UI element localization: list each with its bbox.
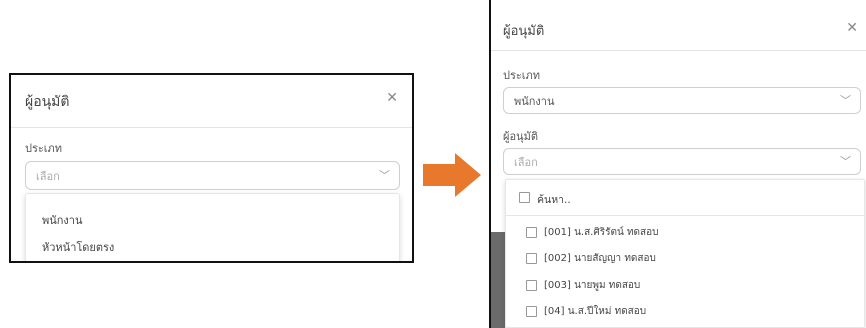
type-select[interactable]: พนักงาน ﹀ xyxy=(503,87,861,114)
type-label: ประเภท xyxy=(25,142,63,155)
close-icon[interactable]: ✕ xyxy=(846,20,858,36)
option-checkbox[interactable] xyxy=(526,253,537,264)
approver-label: ผู้อนุมัติ xyxy=(503,130,538,143)
option-label[interactable]: [001] น.ส.ศิริรัตน์ ทดสอบ xyxy=(544,225,659,240)
chevron-down-icon: ﹀ xyxy=(840,93,851,107)
backdrop xyxy=(491,232,505,328)
modal-title: ผู้อนุมัติ xyxy=(503,24,545,39)
option-checkbox[interactable] xyxy=(526,280,537,291)
dropdown-option-employee[interactable]: พนักงาน xyxy=(42,211,83,229)
search-row[interactable]: ค้นหา.. xyxy=(506,180,864,216)
select-all-checkbox[interactable] xyxy=(519,192,530,203)
option-label[interactable]: [003] นายพูม ทดสอบ xyxy=(544,278,640,293)
modal-title: ผู้อนุมัติ xyxy=(25,94,70,110)
dropdown-option-direct-supervisor[interactable]: หัวหน้าโดยตรง xyxy=(42,238,114,256)
dropdown-menu: พนักงาน หัวหน้าโดยตรง xyxy=(25,193,400,261)
modal-header: ผู้อนุมัติ ✕ xyxy=(491,0,866,51)
type-select[interactable]: เลือก ﹀ xyxy=(25,161,400,190)
arrow-right-icon xyxy=(423,153,481,197)
type-label: ประเภท xyxy=(503,69,541,82)
approver-select[interactable]: เลือก ﹀ xyxy=(503,148,861,175)
chevron-down-icon: ﹀ xyxy=(840,154,851,168)
option-label[interactable]: [002] นายสัญญา ทดสอบ xyxy=(544,251,656,266)
select-placeholder: เลือก xyxy=(36,169,60,183)
select-placeholder: เลือก xyxy=(514,155,538,169)
select-value: พนักงาน xyxy=(514,94,555,108)
approver-dropdown: ค้นหา.. [001] น.ส.ศิริรัตน์ ทดสอบ [002] … xyxy=(505,179,865,328)
chevron-down-icon: ﹀ xyxy=(379,168,390,182)
modal-left: ผู้อนุมัติ ✕ ประเภท เลือก ﹀ พนักงาน หัวห… xyxy=(9,73,414,263)
modal-header: ผู้อนุมัติ ✕ xyxy=(11,75,412,128)
search-placeholder: ค้นหา.. xyxy=(537,194,571,206)
modal-right: ผู้อนุมัติ ✕ ประเภท พนักงาน ﹀ ผู้อนุมัติ… xyxy=(489,0,866,328)
close-icon[interactable]: ✕ xyxy=(386,90,398,106)
option-checkbox[interactable] xyxy=(526,227,537,238)
option-checkbox[interactable] xyxy=(526,306,537,317)
option-label[interactable]: [04] น.ส.ปีใหม่ ทดสอบ xyxy=(544,304,646,319)
